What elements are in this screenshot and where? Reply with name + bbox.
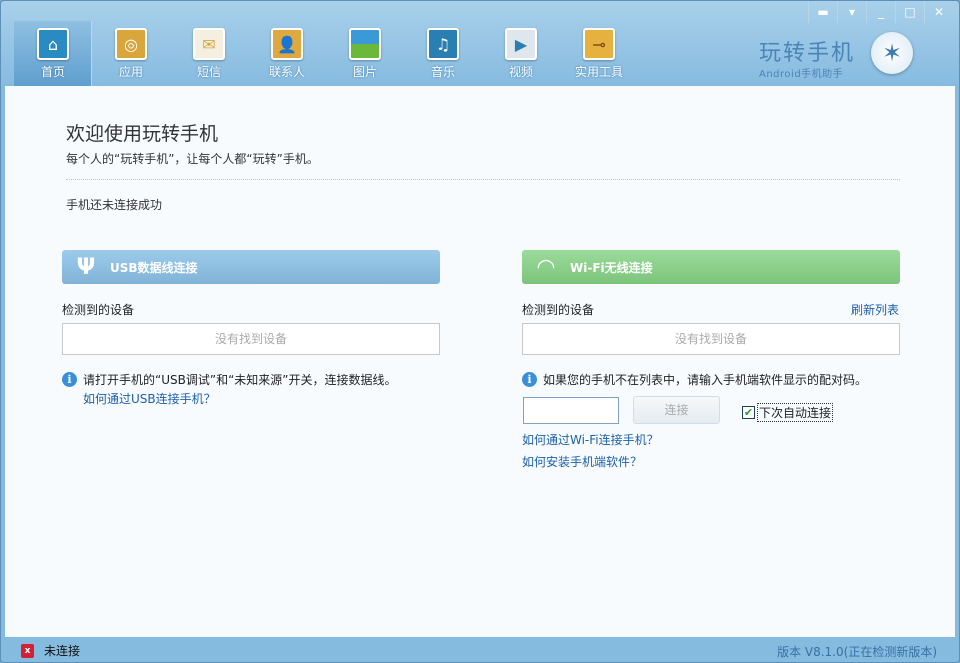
home-panel: 欢迎使用玩转手机 每个人的“玩转手机”，让每个人都“玩转”手机。 手机还未连接成… <box>5 86 955 637</box>
menu-dropdown-icon[interactable]: ▾ <box>837 1 866 23</box>
maximize-icon[interactable]: □ <box>895 1 924 23</box>
nav-label: 应用 <box>118 65 143 79</box>
nav-label: 视频 <box>508 65 533 79</box>
app-disc-icon: ◎ <box>115 28 147 60</box>
page-title: 欢迎使用玩转手机 <box>66 123 219 145</box>
wifi-connect-header[interactable]: ◠ Wi-Fi无线连接 <box>522 250 900 284</box>
main-nav: ⌂ 首页 ◎ 应用 ✉ 短信 👤 联系人 图片 ♫ 音乐 ▶ 视频 ⊸ 实用工具 <box>14 21 638 86</box>
close-icon[interactable]: ✕ <box>924 1 953 23</box>
wifi-help-link[interactable]: 如何通过Wi-Fi连接手机？ <box>522 431 659 448</box>
brand: 玩转手机 Android手机助手 <box>759 35 855 80</box>
usb-header-label: USB数据线连接 <box>110 260 198 275</box>
nav-sms[interactable]: ✉ 短信 <box>170 21 248 86</box>
connection-status-text: 手机还未连接成功 <box>66 198 163 212</box>
music-note-icon: ♫ <box>427 28 459 60</box>
app-window: ▬ ▾ _ □ ✕ ⌂ 首页 ◎ 应用 ✉ 短信 👤 联系人 图片 ♫ 音乐 ▶ 视频 ⊸ 实… <box>0 0 960 663</box>
nav-music[interactable]: ♫ 音乐 <box>404 21 482 86</box>
info-icon: i <box>62 372 77 387</box>
info-icon: i <box>522 372 537 387</box>
usb-icon: Ψ <box>76 254 96 280</box>
window-controls: ▬ ▾ _ □ ✕ <box>808 1 953 23</box>
nav-apps[interactable]: ◎ 应用 <box>92 21 170 86</box>
feedback-icon[interactable]: ▬ <box>808 1 837 23</box>
divider <box>66 179 900 180</box>
wifi-icon: ◠ <box>537 254 555 280</box>
brand-title: 玩转手机 <box>759 41 856 66</box>
status-bar: x 未连接 版本 V8.1.0(正在检测新版本) <box>1 637 959 662</box>
wifi-devices-label: 检测到的设备 <box>522 303 595 317</box>
usb-help-link[interactable]: 如何通过USB连接手机？ <box>83 390 216 407</box>
usb-devices-label: 检测到的设备 <box>62 303 135 317</box>
usb-info: i 请打开手机的“USB调试”和“未知来源”开关，连接数据线。 <box>62 371 397 388</box>
toolbox-icon: ⊸ <box>583 28 615 60</box>
usb-connect-header[interactable]: Ψ USB数据线连接 <box>62 250 440 284</box>
nav-pictures[interactable]: 图片 <box>326 21 404 86</box>
connect-button[interactable]: 连接 <box>633 396 720 424</box>
brand-logo-icon: ✶ <box>871 32 913 74</box>
nav-tools[interactable]: ⊸ 实用工具 <box>560 21 638 86</box>
pairing-code-input[interactable] <box>523 397 619 424</box>
checkmark-icon: ✔ <box>742 406 755 419</box>
nav-video[interactable]: ▶ 视频 <box>482 21 560 86</box>
connection-status: 未连接 <box>44 644 81 658</box>
refresh-list-link[interactable]: 刷新列表 <box>851 301 899 318</box>
usb-device-list[interactable]: 没有找到设备 <box>62 323 440 355</box>
nav-label: 短信 <box>196 65 221 79</box>
nav-label: 音乐 <box>430 65 455 79</box>
page-subtitle: 每个人的“玩转手机”，让每个人都“玩转”手机。 <box>66 152 319 166</box>
wifi-header-label: Wi-Fi无线连接 <box>570 260 653 275</box>
wifi-device-list[interactable]: 没有找到设备 <box>522 323 900 355</box>
disconnected-icon: x <box>21 643 34 658</box>
auto-connect-checkbox[interactable]: ✔ 下次自动连接 <box>742 403 834 422</box>
auto-connect-label: 下次自动连接 <box>757 403 834 422</box>
nav-label: 联系人 <box>268 65 305 79</box>
usb-info-text: 请打开手机的“USB调试”和“未知来源”开关，连接数据线。 <box>83 373 397 387</box>
version-text[interactable]: 版本 V8.1.0(正在检测新版本) <box>777 643 937 660</box>
minimize-icon[interactable]: _ <box>866 1 895 23</box>
nav-contacts[interactable]: 👤 联系人 <box>248 21 326 86</box>
nav-label: 首页 <box>40 65 65 79</box>
wifi-info-text: 如果您的手机不在列表中，请输入手机端软件显示的配对码。 <box>543 373 868 387</box>
nav-label: 实用工具 <box>574 65 623 79</box>
nav-home[interactable]: ⌂ 首页 <box>14 21 92 86</box>
picture-icon <box>349 28 381 60</box>
nav-label: 图片 <box>352 65 377 79</box>
install-app-link[interactable]: 如何安装手机端软件？ <box>522 453 642 470</box>
brand-subtitle: Android手机助手 <box>759 69 844 80</box>
home-icon: ⌂ <box>37 28 69 60</box>
video-icon: ▶ <box>505 28 537 60</box>
wifi-info: i 如果您的手机不在列表中，请输入手机端软件显示的配对码。 <box>522 371 867 388</box>
contacts-icon: 👤 <box>271 28 303 60</box>
envelope-icon: ✉ <box>193 28 225 60</box>
